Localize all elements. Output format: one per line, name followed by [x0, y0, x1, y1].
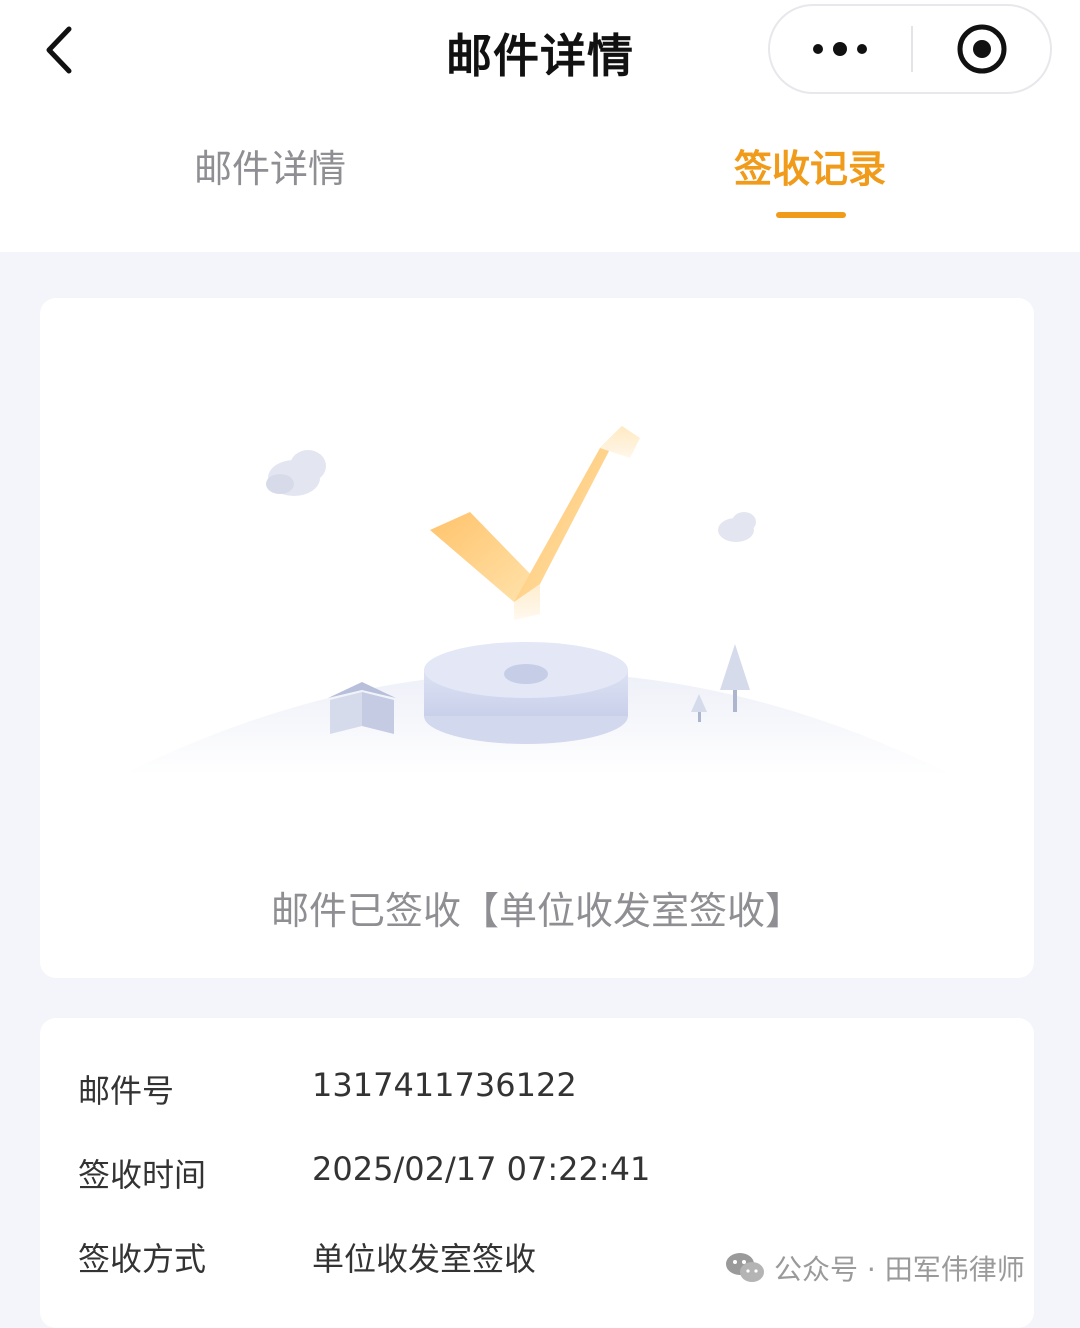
mini-program-capsule [768, 4, 1052, 94]
sign-status-text: 邮件已签收【单位收发室签收】 [270, 889, 803, 933]
more-dots-icon [813, 42, 867, 56]
close-mini-program-button[interactable] [913, 6, 1050, 92]
wechat-icon [726, 1253, 764, 1282]
tab-mail-details[interactable]: 邮件详情 [120, 138, 420, 193]
tab-sign-record[interactable]: 签收记录 [660, 138, 960, 193]
tab-bar: 邮件详情 签收记录 [0, 100, 1080, 252]
checkmark-icon [430, 426, 640, 620]
detail-label: 邮件号 [78, 1072, 175, 1110]
watermark: 公众号 · 田军伟律师 [724, 1246, 1025, 1290]
sign-status-card: 邮件已签收【单位收发室签收】 [40, 298, 1034, 978]
cloud-left-icon [266, 450, 326, 496]
platform-disk [424, 642, 628, 744]
checkmark-signed-illustration [120, 426, 954, 776]
detail-row-sign-time: 签收时间 2025/02/17 07:22:41 [40, 1150, 1034, 1210]
more-button[interactable] [770, 6, 910, 92]
detail-value: 2025/02/17 07:22:41 [312, 1150, 651, 1188]
watermark-text: 公众号 · 田军伟律师 [774, 1253, 1025, 1286]
detail-value: 单位收发室签收 [312, 1240, 537, 1278]
detail-value: 1317411736122 [312, 1066, 577, 1104]
target-icon [957, 24, 1006, 74]
cloud-right-icon [718, 512, 756, 542]
detail-label: 签收方式 [78, 1240, 207, 1278]
detail-row-mail-number: 邮件号 1317411736122 [40, 1066, 1034, 1126]
navigation-bar: 邮件详情 [0, 0, 1080, 100]
active-tab-indicator [776, 212, 846, 218]
detail-label: 签收时间 [78, 1156, 207, 1194]
